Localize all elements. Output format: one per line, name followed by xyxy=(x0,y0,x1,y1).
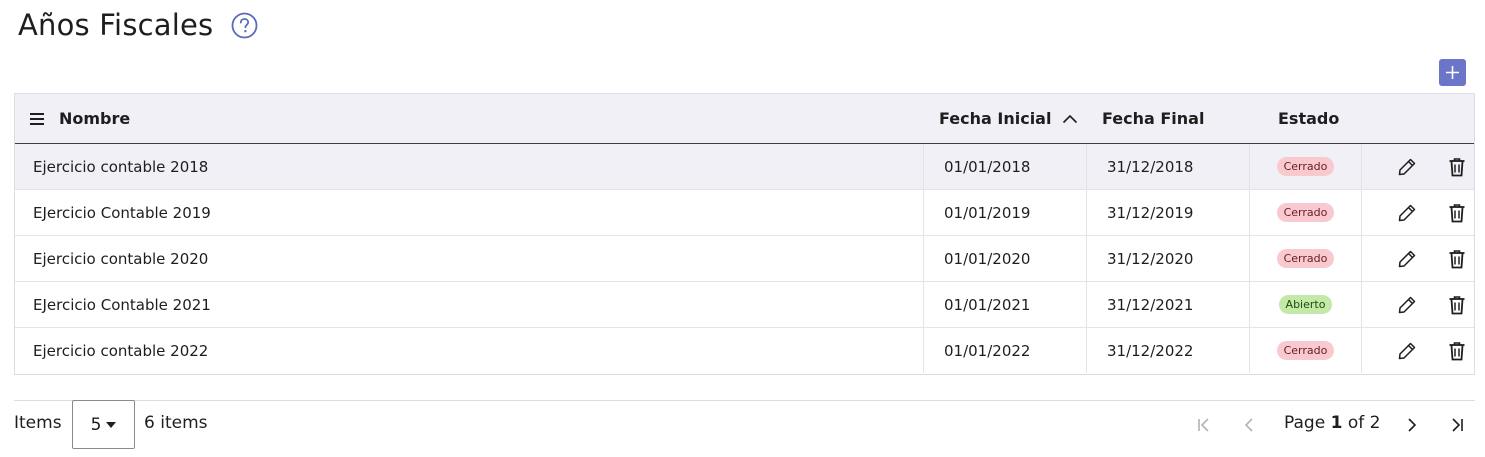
pencil-icon xyxy=(1398,250,1416,268)
cell-nombre: EJercicio Contable 2021 xyxy=(33,295,211,314)
plus-icon xyxy=(1446,66,1459,79)
status-badge: Cerrado xyxy=(1276,203,1335,222)
column-header-fecha-inicial[interactable]: Fecha Inicial xyxy=(939,94,1078,143)
table-row[interactable]: Ejercicio contable 2022 01/01/2022 31/12/2… xyxy=(15,328,1474,374)
table-row[interactable]: EJercicio Contable 2019 01/01/2019 31/12/2… xyxy=(15,190,1474,236)
column-header-nombre[interactable]: Nombre xyxy=(59,94,130,143)
last-page-icon xyxy=(1452,418,1463,432)
status-badge: Cerrado xyxy=(1276,157,1335,176)
trash-icon xyxy=(1449,158,1465,177)
cell-fecha-final: 31/12/2019 xyxy=(1086,190,1249,235)
trash-icon xyxy=(1449,204,1465,223)
delete-button[interactable] xyxy=(1446,156,1468,178)
column-menu-icon[interactable] xyxy=(29,94,45,143)
column-header-fecha-inicial-label: Fecha Inicial xyxy=(939,109,1052,128)
cell-actions xyxy=(1361,282,1475,327)
cell-fecha-final: 31/12/2018 xyxy=(1086,144,1249,189)
page-size-select[interactable]: 5 xyxy=(72,400,135,449)
cell-estado: Cerrado xyxy=(1249,328,1361,373)
cell-actions xyxy=(1361,328,1475,373)
pager: Items 5 6 items Page 1 of 2 xyxy=(14,400,1475,450)
cell-fecha-final: 31/12/2020 xyxy=(1086,236,1249,281)
pencil-icon xyxy=(1398,296,1416,314)
edit-button[interactable] xyxy=(1396,294,1418,316)
item-count: 6 items xyxy=(144,413,208,433)
cell-estado: Cerrado xyxy=(1249,236,1361,281)
cell-fecha-inicial: 01/01/2022 xyxy=(923,328,1086,373)
page-indicator: Page 1 of 2 xyxy=(1284,413,1380,433)
fiscal-years-grid: Nombre Fecha Inicial Fecha Final Estado … xyxy=(14,93,1475,375)
cell-estado: Cerrado xyxy=(1249,190,1361,235)
of-word: of xyxy=(1347,413,1365,433)
pencil-icon xyxy=(1398,204,1416,222)
cell-fecha-final: 31/12/2021 xyxy=(1086,282,1249,327)
grid-body: Ejercicio contable 2018 01/01/2018 31/12/2… xyxy=(15,144,1474,374)
cell-fecha-inicial: 01/01/2020 xyxy=(923,236,1086,281)
next-page-button[interactable] xyxy=(1401,413,1423,437)
current-page: 1 xyxy=(1330,413,1343,433)
delete-button[interactable] xyxy=(1446,294,1468,316)
table-row[interactable]: Ejercicio contable 2020 01/01/2020 31/12/2… xyxy=(15,236,1474,282)
next-page-icon xyxy=(1408,418,1417,432)
previous-page-button[interactable] xyxy=(1238,413,1260,437)
edit-button[interactable] xyxy=(1396,202,1418,224)
caret-down-icon xyxy=(106,421,117,428)
page-word: Page xyxy=(1284,413,1326,433)
pencil-icon xyxy=(1398,342,1416,360)
status-badge: Abierto xyxy=(1278,295,1333,314)
pencil-icon xyxy=(1398,158,1416,176)
first-page-button[interactable] xyxy=(1193,413,1215,437)
cell-nombre: Ejercicio contable 2022 xyxy=(33,341,209,360)
trash-icon xyxy=(1449,296,1465,315)
cell-estado: Cerrado xyxy=(1249,144,1361,189)
cell-actions xyxy=(1361,236,1475,281)
cell-estado: Abierto xyxy=(1249,282,1361,327)
cell-nombre: EJercicio Contable 2019 xyxy=(33,203,211,222)
edit-button[interactable] xyxy=(1396,340,1418,362)
add-fiscal-year-button[interactable] xyxy=(1439,59,1466,86)
delete-button[interactable] xyxy=(1446,340,1468,362)
grid-header: Nombre Fecha Inicial Fecha Final Estado xyxy=(15,94,1474,144)
previous-page-icon xyxy=(1244,418,1253,432)
edit-button[interactable] xyxy=(1396,156,1418,178)
page-title: Años Fiscales xyxy=(18,8,214,42)
column-header-estado[interactable]: Estado xyxy=(1278,94,1339,143)
cell-fecha-inicial: 01/01/2018 xyxy=(923,144,1086,189)
cell-fecha-inicial: 01/01/2021 xyxy=(923,282,1086,327)
cell-fecha-inicial: 01/01/2019 xyxy=(923,190,1086,235)
delete-button[interactable] xyxy=(1446,202,1468,224)
cell-actions xyxy=(1361,190,1475,235)
table-row[interactable]: Ejercicio contable 2018 01/01/2018 31/12/2… xyxy=(15,144,1474,190)
help-icon[interactable] xyxy=(231,12,258,39)
status-badge: Cerrado xyxy=(1276,341,1335,360)
sort-ascending-icon xyxy=(1063,114,1078,123)
items-label: Items xyxy=(14,413,62,433)
trash-icon xyxy=(1449,342,1465,361)
cell-actions xyxy=(1361,144,1475,189)
cell-fecha-final: 31/12/2022 xyxy=(1086,328,1249,373)
table-row[interactable]: EJercicio Contable 2021 01/01/2021 31/12/2… xyxy=(15,282,1474,328)
cell-nombre: Ejercicio contable 2020 xyxy=(33,249,209,268)
last-page-button[interactable] xyxy=(1446,413,1468,437)
delete-button[interactable] xyxy=(1446,248,1468,270)
status-badge: Cerrado xyxy=(1276,249,1335,268)
page-size-value: 5 xyxy=(90,414,102,435)
column-header-fecha-final[interactable]: Fecha Final xyxy=(1102,94,1204,143)
page-header: Años Fiscales xyxy=(18,5,258,45)
total-pages: 2 xyxy=(1369,413,1381,433)
cell-nombre: Ejercicio contable 2018 xyxy=(33,157,209,176)
trash-icon xyxy=(1449,250,1465,269)
edit-button[interactable] xyxy=(1396,248,1418,270)
first-page-icon xyxy=(1198,418,1209,432)
